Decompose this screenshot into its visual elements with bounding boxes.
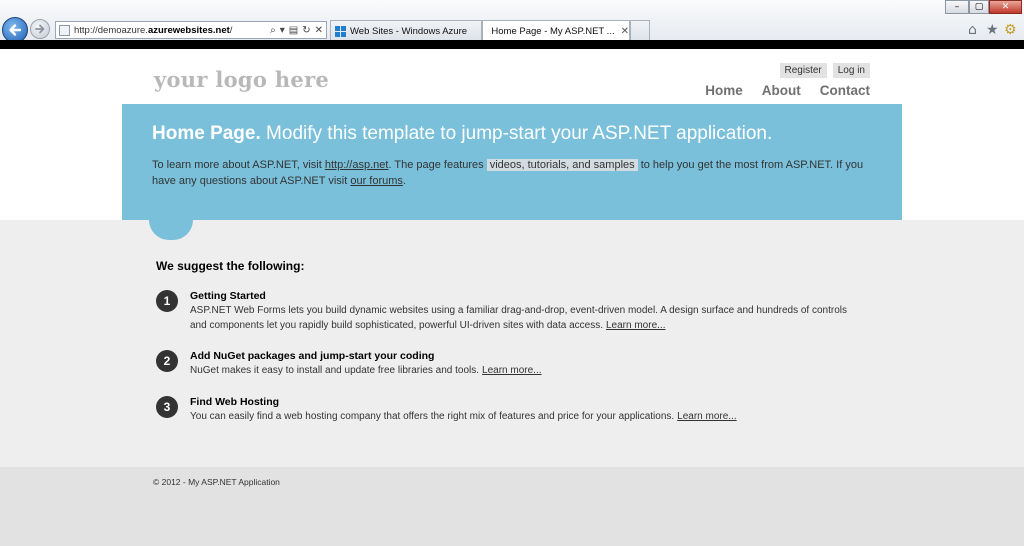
arrow-left-icon (9, 24, 22, 36)
forward-button[interactable] (30, 19, 50, 39)
step-title: Add NuGet packages and jump-start your c… (190, 350, 435, 362)
register-link[interactable]: Register (779, 63, 827, 78)
featured-text-4: . (402, 174, 406, 187)
search-icon[interactable]: ⌕ (270, 25, 276, 36)
featured-text-1: To learn more about ASP.NET, visit (152, 159, 322, 171)
videos-link[interactable]: videos, tutorials, and samples (486, 159, 638, 171)
featured-title-rest: Modify this template to jump-start your … (266, 123, 773, 144)
main-nav: Home About Contact (705, 83, 870, 98)
learn-more-link[interactable]: Learn more... (606, 320, 665, 331)
address-url[interactable]: http://demoazure.azurewebsites.net/ (74, 25, 270, 36)
suggest-title: We suggest the following: (156, 259, 305, 273)
tab-label: Home Page - My ASP.NET ... (491, 25, 615, 37)
learn-more-link[interactable]: Learn more... (482, 365, 541, 376)
nav-contact[interactable]: Contact (820, 83, 870, 98)
step-title: Getting Started (190, 290, 266, 302)
featured-text-2: . The page features (388, 159, 484, 171)
close-window-button[interactable]: ✕ (989, 0, 1022, 14)
browser-chrome: http://demoazure.azurewebsites.net/ ⌕ ▾ … (0, 0, 1024, 43)
step-number: 1 (156, 290, 178, 312)
new-tab-button[interactable] (630, 20, 650, 41)
featured-banner: Home Page. Modify this template to jump-… (122, 104, 902, 220)
featured-title-strong: Home Page. (152, 123, 261, 144)
featured-text: To learn more about ASP.NET, visit http:… (152, 158, 872, 189)
arrow-right-icon (35, 24, 45, 34)
chrome-divider (0, 40, 1024, 49)
forums-link[interactable]: our forums (350, 175, 403, 187)
step-description: You can easily find a web hosting compan… (190, 411, 675, 422)
close-tab-icon[interactable]: ✕ (621, 26, 629, 37)
star-icon[interactable]: ★ (986, 22, 999, 38)
login-links: Register Log in (779, 63, 870, 78)
step-description: NuGet makes it easy to install and updat… (190, 365, 480, 376)
tab-windows-azure[interactable]: Web Sites - Windows Azure (330, 20, 482, 41)
home-icon[interactable]: ⌂ (968, 22, 977, 38)
featured-title: Home Page. Modify this template to jump-… (152, 123, 772, 145)
login-link[interactable]: Log in (832, 63, 870, 78)
tab-label: Web Sites - Windows Azure (350, 25, 468, 37)
url-suffix: / (229, 24, 233, 36)
step-text: ASP.NET Web Forms lets you build dynamic… (190, 303, 866, 333)
compat-icon[interactable]: ▤ (289, 25, 298, 36)
step-description: ASP.NET Web Forms lets you build dynamic… (190, 305, 848, 331)
address-bar[interactable]: http://demoazure.azurewebsites.net/ ⌕ ▾ … (55, 21, 327, 39)
step-number: 2 (156, 350, 178, 372)
step-title: Find Web Hosting (190, 396, 280, 408)
site-logo[interactable]: your logo here (154, 67, 329, 92)
copyright-text: © 2012 - My ASP.NET Application (153, 477, 280, 487)
asp-net-link[interactable]: http://asp.net (325, 159, 389, 171)
nav-home[interactable]: Home (705, 83, 743, 98)
page-viewport: your logo here Register Log in Home Abou… (0, 49, 1024, 546)
dropdown-icon[interactable]: ▾ (280, 25, 285, 36)
url-prefix: http://demoazure. (74, 24, 148, 36)
footer: © 2012 - My ASP.NET Application (0, 467, 1024, 546)
gear-icon[interactable]: ⚙ (1004, 22, 1017, 38)
step-text: You can easily find a web hosting compan… (190, 409, 866, 424)
step-text: NuGet makes it easy to install and updat… (190, 363, 866, 378)
maximize-button[interactable]: ▢ (969, 0, 989, 14)
minimize-button[interactable]: – (945, 0, 969, 14)
page-icon (59, 24, 70, 36)
refresh-icon[interactable]: ↻ (302, 25, 310, 36)
step-number: 3 (156, 396, 178, 418)
address-tools: ⌕ ▾ ▤ ↻ ✕ (270, 25, 323, 36)
tab-home-page[interactable]: Home Page - My ASP.NET ... ✕ (482, 20, 630, 41)
windows-logo-icon (335, 25, 346, 37)
url-domain: azurewebsites.net (147, 24, 230, 36)
nav-about[interactable]: About (762, 83, 801, 98)
decorative-semicircle (149, 220, 193, 240)
stop-icon[interactable]: ✕ (315, 25, 323, 36)
learn-more-link[interactable]: Learn more... (677, 411, 736, 422)
main-content: We suggest the following: 1 Getting Star… (0, 220, 1024, 467)
